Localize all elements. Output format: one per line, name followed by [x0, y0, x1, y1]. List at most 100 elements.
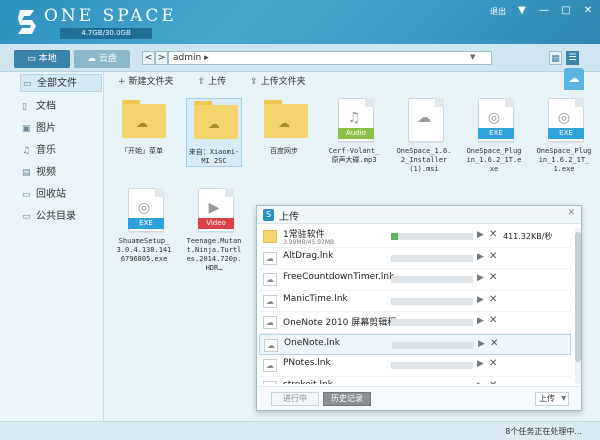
sidebar-item-6[interactable]: ▭ 公共目录	[22, 208, 104, 226]
upload-progress-bar	[391, 254, 473, 262]
cancel-upload-icon[interactable]: ✕	[489, 380, 497, 385]
upload-progress-bar	[391, 362, 473, 369]
sidebar-item-label: 音乐	[36, 145, 56, 156]
file-item[interactable]: ◎ EXE OneSpace_Plugin_1.6.2_1T.exe	[466, 98, 522, 174]
cancel-upload-icon[interactable]: ✕	[489, 294, 497, 305]
onespace-small-logo-icon: S	[263, 209, 274, 221]
cancel-upload-icon[interactable]: ✕	[489, 315, 497, 326]
upload-folder-icon: ⇪	[250, 77, 258, 87]
upload-progress-bar	[391, 319, 473, 326]
path-dropdown-icon[interactable]: ▼	[470, 53, 478, 61]
file-type-badge: Audio	[338, 128, 374, 139]
menu-dropdown-icon[interactable]: ▼	[516, 5, 528, 17]
upload-row[interactable]: ☁ FreeCountdownTimer.lnk ▶ ✕	[259, 269, 571, 291]
upload-button[interactable]: ⇧ 上传	[198, 74, 227, 87]
file-item[interactable]: ◎ EXE OneSpace_Plugin_1.6.2_1T_1.exe	[536, 98, 592, 174]
upload-progress-bar	[391, 383, 473, 384]
cloud-sync-icon[interactable]: ☁	[564, 68, 584, 90]
sidebar-item-3[interactable]: ♫ 音乐	[22, 142, 104, 160]
path-bar[interactable]: admin ▸	[168, 51, 492, 65]
upload-row[interactable]: ☁ OneNote.lnk ▶ ✕	[259, 333, 571, 355]
upload-row[interactable]: ☁ ManicTime.lnk ▶ ✕	[259, 291, 571, 312]
upload-progress-bar	[391, 297, 473, 305]
upload-label: 上传	[208, 77, 227, 87]
resume-icon[interactable]: ▶	[477, 359, 484, 369]
close-icon[interactable]: ✕	[582, 5, 594, 17]
cancel-upload-icon[interactable]: ✕	[489, 272, 497, 283]
file-name: Teenage.Mutant.Ninja.Turtles.2014.720p.H…	[186, 237, 242, 272]
back-button[interactable]: <	[142, 51, 155, 65]
tab-in-progress[interactable]: 进行中	[271, 392, 319, 406]
exe-file-icon: ◎ EXE	[544, 98, 584, 144]
upload-panel-header: S 上传 ✕	[257, 206, 581, 224]
file-name: 百度网步	[270, 147, 298, 155]
logout-button[interactable]: 退出	[490, 6, 506, 17]
upload-file-name: OneNote 2010 屏幕剪辑程…	[283, 318, 406, 328]
upload-row[interactable]: ☁ AltDrag.lnk ▶ ✕	[259, 248, 571, 269]
file-type-badge: EXE	[128, 218, 164, 229]
tab-cloud[interactable]: ☁ 云盘	[74, 50, 130, 68]
sidebar-item-label: 回收站	[36, 189, 66, 200]
resume-icon[interactable]: ▶	[477, 252, 484, 262]
cancel-upload-icon[interactable]: ✕	[489, 358, 497, 369]
sidebar-item-5[interactable]: ▭ 回收站	[22, 186, 104, 204]
upload-list-scrollbar[interactable]	[575, 228, 581, 384]
resume-icon[interactable]: ▶	[477, 295, 484, 305]
upload-icon: ⇧	[197, 77, 206, 87]
upload-row[interactable]: ☁ OneNote 2010 屏幕剪辑程… ▶ ✕	[259, 312, 571, 334]
file-item[interactable]: ☁ OneSpace_1.6.2_Installer (1).msi	[396, 98, 452, 174]
file-name: Cerf-Volant_原声大碟.mp3	[328, 147, 380, 164]
forward-button[interactable]: >	[155, 51, 168, 65]
file-item[interactable]: ☁ 来自：Xiaomi-MI 2SC	[186, 98, 242, 167]
path-arrow-icon: ▸	[204, 53, 209, 63]
upload-folder-label: 上传文件夹	[260, 77, 306, 87]
resume-icon[interactable]: ▶	[478, 339, 485, 349]
cloud-file-icon: ☁	[264, 338, 278, 352]
resume-icon[interactable]: ▶	[477, 316, 484, 326]
status-text: 8个任务正在处理中...	[505, 427, 582, 436]
upload-file-name: strokeit.lnk	[283, 380, 333, 385]
sidebar-item-label: 视频	[36, 167, 56, 178]
audio-file-icon: ♫ Audio	[334, 98, 374, 144]
upload-size: 3.99MB/45.92MB	[283, 239, 335, 246]
resume-icon[interactable]: ▶	[477, 273, 484, 283]
tab-local[interactable]: ▭ 本地	[14, 50, 70, 68]
resume-icon[interactable]: ▶	[477, 381, 484, 385]
tab-history[interactable]: 历史记录	[323, 392, 371, 406]
direction-select[interactable]: 上传 ▼	[535, 392, 569, 406]
file-name: ShuameSetup_3.0.4.138.1416796805.exe	[116, 237, 172, 263]
maximize-icon[interactable]: □	[560, 5, 572, 17]
resume-icon[interactable]: ▶	[477, 230, 484, 240]
sidebar-item-4[interactable]: ▤ 视频	[22, 164, 104, 182]
sidebar-item-1[interactable]: ▯ 文档	[22, 98, 104, 116]
upload-folder-button[interactable]: ⇪ 上传文件夹	[250, 74, 306, 87]
recycle-icon: ▭	[22, 190, 31, 200]
direction-value: 上传	[539, 394, 555, 403]
file-name: OneSpace_Plugin_1.6.2_1T.exe	[466, 147, 522, 173]
cancel-upload-icon[interactable]: ✕	[489, 251, 497, 262]
file-name: 「开始」菜单	[121, 147, 163, 155]
folder-icon	[263, 230, 277, 243]
scrollbar-thumb[interactable]	[575, 232, 581, 362]
upload-row[interactable]: 1常驻软件 3.99MB/45.92MB ▶ ✕ 411.32KB/秒	[259, 226, 571, 248]
cancel-upload-icon[interactable]: ✕	[490, 338, 498, 349]
upload-file-name: OneNote.lnk	[284, 337, 340, 348]
file-item[interactable]: ◎ EXE ShuameSetup_3.0.4.138.1416796805.exe	[116, 188, 172, 264]
minimize-icon[interactable]: —	[538, 5, 550, 17]
sidebar-item-2[interactable]: ▣ 图片	[22, 120, 104, 138]
upload-file-name: FreeCountdownTimer.lnk	[283, 272, 395, 282]
list-view-icon[interactable]: ☰	[566, 51, 579, 65]
file-item[interactable]: ▶ Video Teenage.Mutant.Ninja.Turtles.2014.…	[186, 188, 242, 273]
video-icon: ▤	[22, 168, 31, 178]
file-item[interactable]: ♫ Audio Cerf-Volant_原声大碟.mp3	[326, 98, 382, 165]
sidebar-item-0[interactable]: ▭ 全部文件	[20, 74, 102, 92]
cancel-upload-icon[interactable]: ✕	[489, 229, 497, 240]
upload-row[interactable]: ☁ PNotes.lnk ▶ ✕	[259, 355, 571, 377]
grid-view-icon[interactable]: ▦	[549, 51, 562, 65]
upload-row[interactable]: ☁ strokeit.lnk ▶ ✕	[259, 377, 571, 385]
panel-close-icon[interactable]: ✕	[567, 208, 575, 218]
file-item[interactable]: ☁ 百度网步	[256, 98, 312, 156]
exe-file-icon: ◎ EXE	[474, 98, 514, 144]
file-item[interactable]: ☁ 「开始」菜单	[114, 98, 170, 156]
new-folder-button[interactable]: + 新建文件夹	[118, 74, 174, 87]
